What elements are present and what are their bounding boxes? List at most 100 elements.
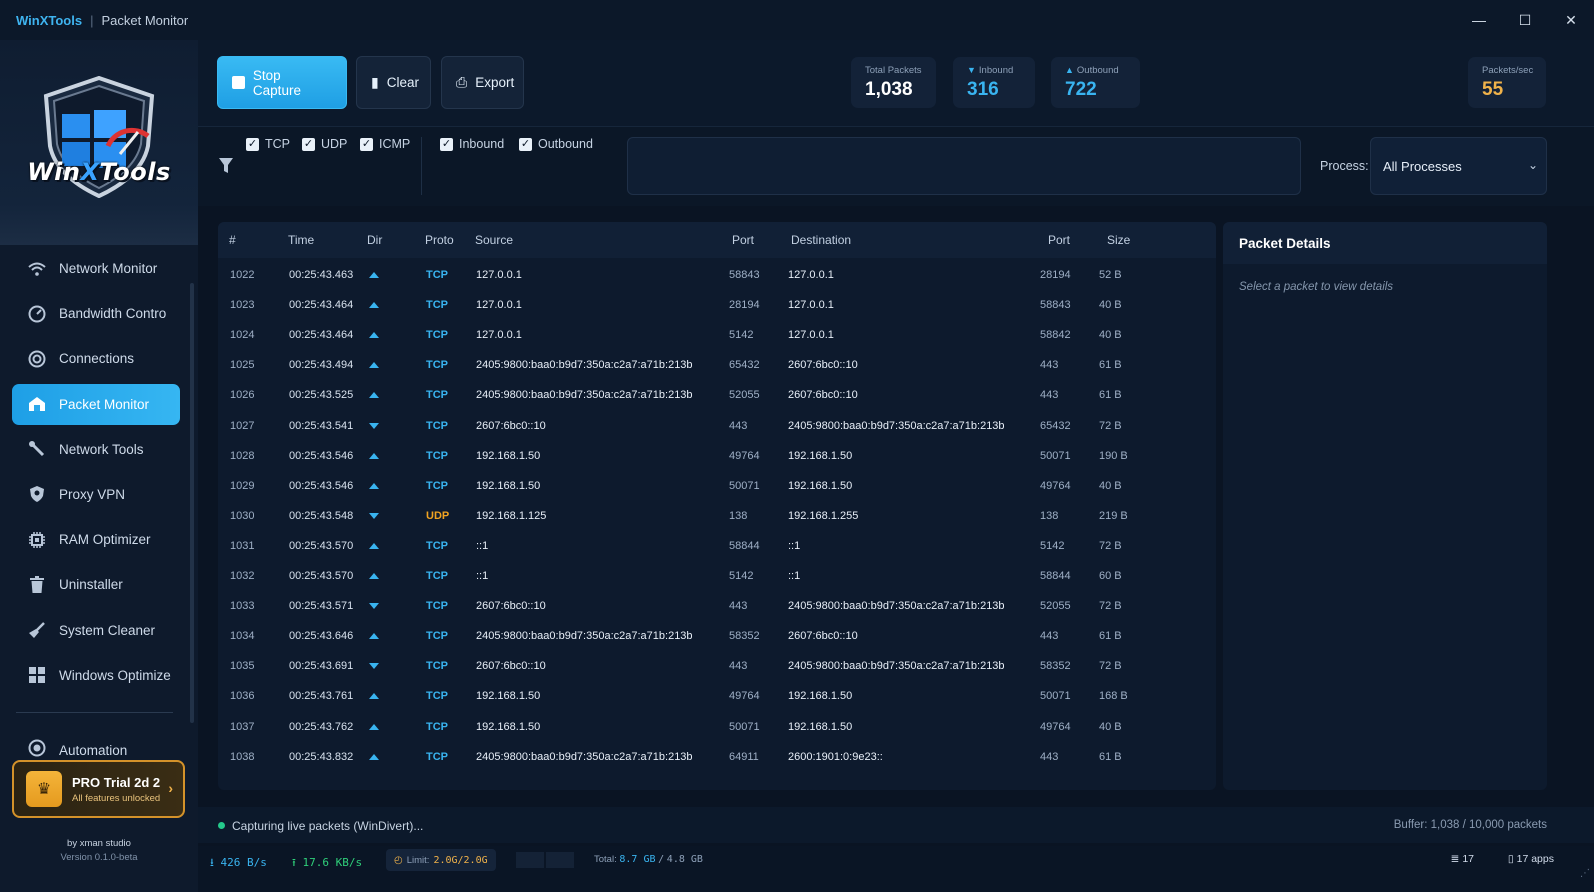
table-row[interactable]: 1038 00:25:43.832 TCP 2405:9800:baa0:b9d7:3… — [218, 742, 1216, 772]
sidebar-item-proxy-vpn[interactable]: Proxy VPN — [12, 474, 180, 515]
table-row[interactable]: 1025 00:25:43.494 TCP 2405:9800:baa0:b9d7:3… — [218, 350, 1216, 380]
cell-dest: 127.0.0.1 — [788, 299, 834, 312]
resize-grip-icon[interactable]: ⋰ — [1580, 868, 1590, 879]
cell-sport: 5142 — [729, 570, 754, 582]
filter-tcp-checkbox[interactable]: ✓ TCP — [246, 137, 290, 151]
sidebar-item-packet-monitor[interactable]: Packet Monitor — [12, 383, 180, 425]
sidebar-item-ram-optimizer[interactable]: RAM Optimizer — [12, 519, 180, 560]
filter-inbound-checkbox[interactable]: ✓ Inbound — [440, 137, 504, 151]
filter-udp-checkbox[interactable]: ✓ UDP — [302, 137, 347, 151]
table-row[interactable]: 1023 00:25:43.464 TCP 127.0.0.1 28194 127.0.0… — [218, 290, 1216, 320]
status-bar: Capturing live packets (WinDivert)... Bu… — [198, 807, 1594, 843]
cell-source: 2607:6bc0::10 — [476, 419, 546, 432]
sidebar-item-label: Network Tools — [59, 441, 144, 457]
cell-num: 1037 — [230, 720, 255, 733]
cell-dest: ::1 — [788, 539, 801, 552]
window-title: Packet Monitor — [101, 12, 189, 28]
filter-search-input[interactable] — [627, 137, 1301, 195]
pro-trial-card[interactable]: ♛ PRO Trial 2d 2 All features unlocked › — [12, 760, 185, 818]
table-row[interactable]: 1029 00:25:43.546 TCP 192.168.1.50 50071 192.… — [218, 471, 1216, 501]
cell-sport: 443 — [729, 600, 748, 613]
filter-icmp-checkbox[interactable]: ✓ ICMP — [360, 137, 410, 151]
cell-num: 1031 — [230, 539, 255, 552]
column-header[interactable]: Time — [288, 233, 314, 247]
sidebar-item-bandwidth-control[interactable]: Bandwidth Contro — [12, 293, 180, 334]
clear-button[interactable]: ▮ Clear — [356, 56, 431, 109]
cell-proto: TCP — [426, 449, 448, 462]
chevron-down-icon: ⌄ — [1527, 158, 1538, 172]
column-header[interactable]: Dir — [367, 233, 382, 247]
cell-source: 192.168.1.50 — [476, 720, 541, 733]
sidebar-item-label: Uninstaller — [59, 577, 123, 593]
table-row[interactable]: 1036 00:25:43.761 TCP 192.168.1.50 49764 192.… — [218, 681, 1216, 711]
checkmark-icon: ✓ — [519, 137, 532, 151]
cell-size: 61 B — [1099, 750, 1122, 763]
column-header[interactable]: Port — [732, 233, 754, 247]
cell-dest: 192.168.1.50 — [788, 449, 853, 462]
column-header[interactable]: Source — [475, 233, 513, 247]
sidebar-item-windows-optimizer[interactable]: Windows Optimize — [12, 655, 180, 696]
arrow-up-icon — [369, 362, 379, 369]
table-row[interactable]: 1037 00:25:43.762 TCP 192.168.1.50 50071 192.… — [218, 712, 1216, 742]
column-header[interactable]: Destination — [791, 233, 851, 247]
stat-label: ▲ Outbound — [1065, 65, 1119, 76]
table-row[interactable]: 1024 00:25:43.464 TCP 127.0.0.1 5142 127.0.0.… — [218, 320, 1216, 350]
column-header[interactable]: Size — [1107, 233, 1130, 247]
export-button[interactable]: ⎙ Export — [441, 56, 524, 109]
cell-time: 00:25:43.761 — [289, 690, 354, 703]
minimize-button[interactable]: — — [1456, 0, 1502, 40]
table-row[interactable]: 1032 00:25:43.570 TCP::1 5142::1 58844 60 B — [218, 561, 1216, 591]
column-header[interactable]: Port — [1048, 233, 1070, 247]
cell-dport: 49764 — [1040, 720, 1071, 733]
cell-proto: UDP — [426, 509, 450, 522]
cell-num: 1027 — [230, 419, 255, 432]
maximize-button[interactable]: ☐ — [1502, 0, 1548, 40]
table-row[interactable]: 1034 00:25:43.646 TCP 2405:9800:baa0:b9d7:3… — [218, 621, 1216, 651]
arrow-up-icon — [369, 693, 379, 700]
table-row[interactable]: 1027 00:25:43.541 TCP 2607:6bc0::10 443 2405:… — [218, 411, 1216, 441]
stat-value: 316 — [967, 79, 999, 100]
close-button[interactable]: ✕ — [1548, 0, 1594, 40]
cell-dport: 443 — [1040, 359, 1059, 372]
table-row[interactable]: 1022 00:25:43.463 TCP 127.0.0.1 58843 127.0.0… — [218, 260, 1216, 290]
cell-dport: 443 — [1040, 630, 1059, 643]
table-row[interactable]: 1033 00:25:43.571 TCP 2607:6bc0::10 443 2405:… — [218, 591, 1216, 621]
stop-capture-button[interactable]: Stop Capture — [217, 56, 347, 109]
cell-num: 1029 — [230, 479, 255, 492]
table-row[interactable]: 1026 00:25:43.525 TCP 2405:9800:baa0:b9d7:3… — [218, 380, 1216, 410]
column-header[interactable]: Proto — [425, 233, 454, 247]
table-row[interactable]: 1035 00:25:43.691 TCP 2607:6bc0::10 443 2405:… — [218, 651, 1216, 681]
sidebar-item-network-tools[interactable]: Network Tools — [12, 429, 180, 470]
cell-dport: 58352 — [1040, 660, 1071, 673]
arrow-down-icon — [369, 422, 379, 429]
column-header[interactable]: # — [229, 233, 236, 247]
cell-size: 219 B — [1099, 509, 1128, 522]
table-row[interactable]: 1030 00:25:43.548 UDP 192.168.1.125 138 192.1… — [218, 501, 1216, 531]
arrow-up-icon — [369, 633, 379, 640]
stop-icon — [232, 76, 245, 89]
table-row[interactable]: 1028 00:25:43.546 TCP 192.168.1.50 49764 192.… — [218, 441, 1216, 471]
stat-value: 1,038 — [865, 79, 913, 100]
sidebar-item-connections[interactable]: Connections — [12, 338, 180, 379]
sidebar-item-uninstaller[interactable]: Uninstaller — [12, 564, 180, 605]
limit-badge[interactable]: ◴ Limit: 2.0G/2.0G — [386, 849, 496, 871]
cell-num: 1035 — [230, 660, 255, 673]
sidebar-item-system-cleaner[interactable]: System Cleaner — [12, 610, 180, 651]
table-row[interactable]: 1031 00:25:43.570 TCP::1 58844::1 5142 72 B — [218, 531, 1216, 561]
sidebar-item-label: RAM Optimizer — [59, 532, 151, 548]
process-select[interactable]: All Processes ⌄ — [1370, 137, 1547, 195]
cell-size: 72 B — [1099, 539, 1122, 552]
sidebar-item-network-monitor[interactable]: Network Monitor — [12, 248, 180, 289]
arrow-up-icon — [369, 302, 379, 309]
windows-icon — [28, 666, 46, 684]
sidebar-scrollbar[interactable] — [190, 283, 194, 723]
filter-outbound-checkbox[interactable]: ✓ Outbound — [519, 137, 593, 151]
cell-proto: TCP — [426, 630, 448, 643]
stat-label: ▼ Inbound — [967, 65, 1014, 76]
status-slot — [516, 852, 544, 868]
cell-proto: TCP — [426, 299, 448, 312]
cell-dest: 2405:9800:baa0:b9d7:350a:c2a7:a71b:213b — [788, 660, 1005, 673]
credit-text: by xman studio — [67, 838, 131, 849]
cell-proto: TCP — [426, 419, 448, 432]
stat-label: Packets/sec — [1482, 65, 1534, 76]
